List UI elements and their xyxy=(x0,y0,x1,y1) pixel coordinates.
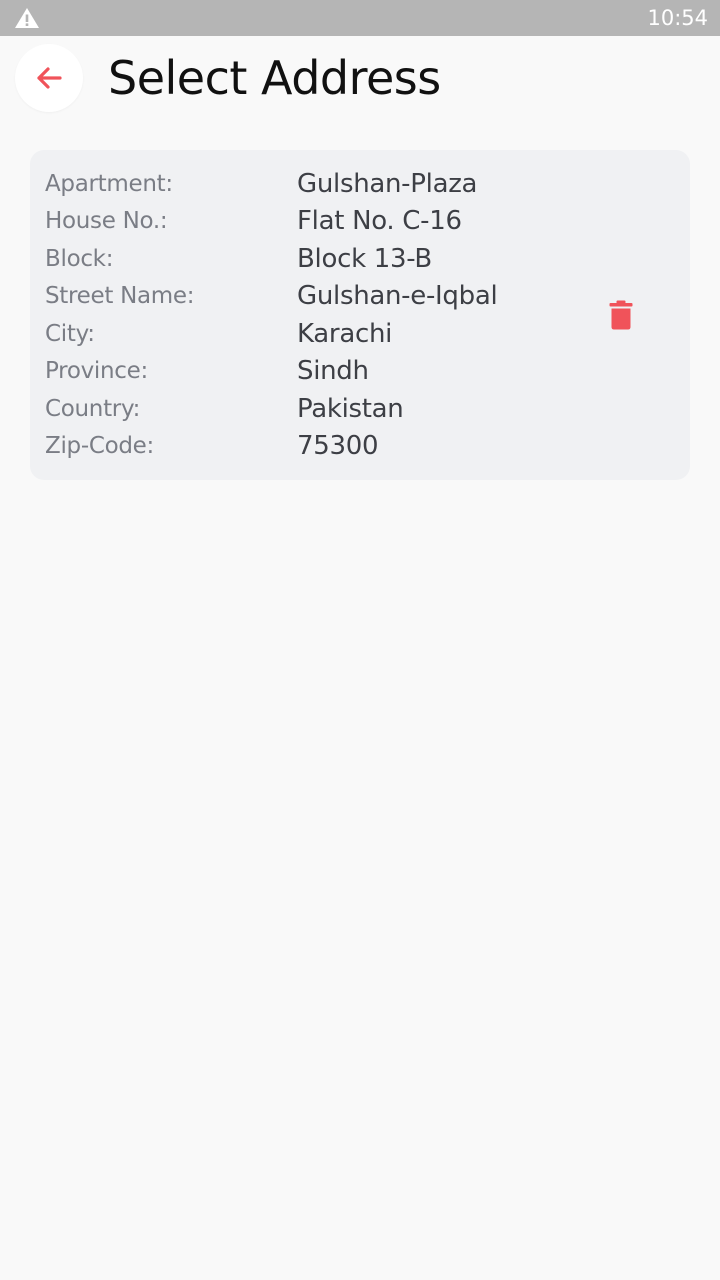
address-row-house-no: House No.: Flat No. C-16 xyxy=(45,203,565,240)
address-row-zip-code: Zip-Code: 75300 xyxy=(45,428,565,465)
block-value: Block 13-B xyxy=(297,244,432,274)
address-card[interactable]: Apartment: Gulshan-Plaza House No.: Flat… xyxy=(30,150,690,480)
zip-code-value: 75300 xyxy=(297,431,379,461)
status-bar: 10:54 xyxy=(0,0,720,36)
address-row-street-name: Street Name: Gulshan-e-Iqbal xyxy=(45,278,565,315)
address-row-country: Country: Pakistan xyxy=(45,391,565,428)
address-row-city: City: Karachi xyxy=(45,316,565,353)
trash-icon xyxy=(609,300,633,330)
country-value: Pakistan xyxy=(297,394,404,424)
province-value: Sindh xyxy=(297,356,369,386)
delete-address-button[interactable] xyxy=(600,294,642,336)
country-label: Country: xyxy=(45,396,141,422)
arrow-left-icon xyxy=(34,63,64,93)
street-name-value: Gulshan-e-Iqbal xyxy=(297,281,498,311)
warning-triangle-icon xyxy=(14,7,40,29)
house-no-label: House No.: xyxy=(45,208,168,234)
zip-code-label: Zip-Code: xyxy=(45,433,154,459)
address-row-block: Block: Block 13-B xyxy=(45,241,565,278)
address-row-province: Province: Sindh xyxy=(45,353,565,390)
block-label: Block: xyxy=(45,246,114,272)
apartment-label: Apartment: xyxy=(45,171,173,197)
page-title: Select Address xyxy=(108,51,441,105)
city-value: Karachi xyxy=(297,319,393,349)
back-button[interactable] xyxy=(15,44,83,112)
status-time: 10:54 xyxy=(647,6,708,30)
apartment-value: Gulshan-Plaza xyxy=(297,169,478,199)
province-label: Province: xyxy=(45,358,148,384)
address-row-apartment: Apartment: Gulshan-Plaza xyxy=(45,166,565,203)
street-name-label: Street Name: xyxy=(45,283,195,309)
house-no-value: Flat No. C-16 xyxy=(297,206,462,236)
city-label: City: xyxy=(45,321,95,347)
